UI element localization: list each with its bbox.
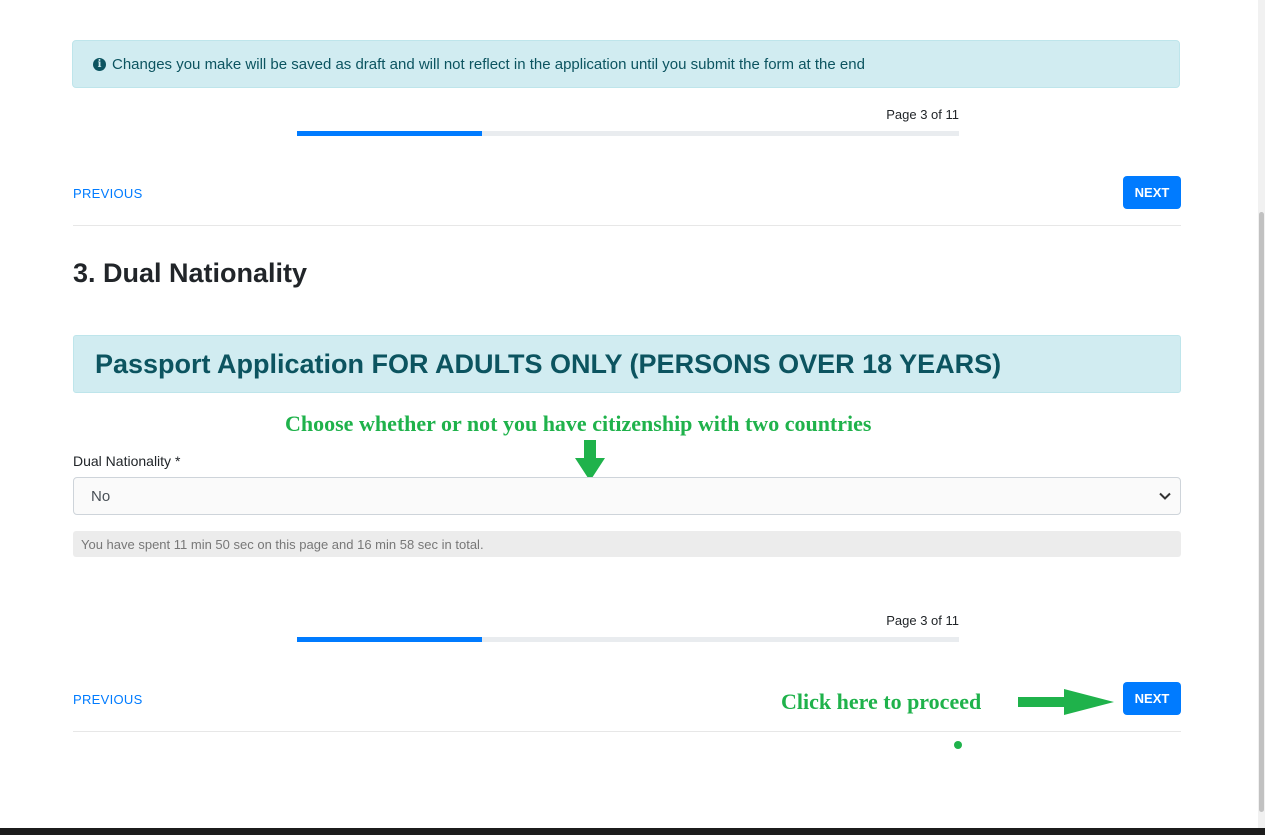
dual-nationality-label: Dual Nationality * xyxy=(73,453,181,469)
page-indicator-bottom: Page 3 of 11 xyxy=(886,613,959,628)
info-circle-icon: i xyxy=(93,57,106,71)
section-title: 3. Dual Nationality xyxy=(73,258,308,288)
previous-link-bottom[interactable]: PREVIOUS xyxy=(73,692,143,707)
arrow-right-icon xyxy=(1018,689,1114,715)
progress-fill-bottom xyxy=(297,637,483,642)
page: i Changes you make will be saved as draf… xyxy=(0,0,1258,828)
next-button-top[interactable]: NEXT xyxy=(1123,176,1181,209)
vertical-scrollbar[interactable] xyxy=(1258,0,1265,828)
form-subheader: Passport Application FOR ADULTS ONLY (PE… xyxy=(73,335,1181,393)
dual-nationality-value: No xyxy=(91,487,111,505)
progress-bar-top xyxy=(297,131,959,136)
chevron-down-icon xyxy=(1159,492,1171,500)
previous-link-top[interactable]: PREVIOUS xyxy=(73,186,143,201)
bottom-edge-bar xyxy=(0,828,1265,835)
draft-info-alert: i Changes you make will be saved as draf… xyxy=(72,40,1180,88)
divider-top xyxy=(73,225,1181,226)
draft-info-text: Changes you make will be saved as draft … xyxy=(112,55,865,73)
annotation-choose-text: Choose whether or not you have citizensh… xyxy=(285,411,872,436)
divider-bottom xyxy=(73,731,1181,732)
cursor-dot-icon xyxy=(954,741,962,749)
progress-bar-bottom xyxy=(297,637,959,642)
time-spent-text: You have spent 11 min 50 sec on this pag… xyxy=(81,536,484,552)
annotation-proceed-text: Click here to proceed xyxy=(781,689,982,714)
dual-nationality-select[interactable]: No xyxy=(73,477,1181,515)
form-subheader-text: Passport Application FOR ADULTS ONLY (PE… xyxy=(95,348,1002,379)
next-button-bottom[interactable]: NEXT xyxy=(1123,682,1181,715)
scrollbar-thumb[interactable] xyxy=(1259,212,1264,812)
time-spent-notice: You have spent 11 min 50 sec on this pag… xyxy=(73,531,1181,557)
arrow-down-icon xyxy=(575,440,605,481)
page-indicator-top: Page 3 of 11 xyxy=(886,107,959,122)
progress-fill-top xyxy=(297,131,483,136)
